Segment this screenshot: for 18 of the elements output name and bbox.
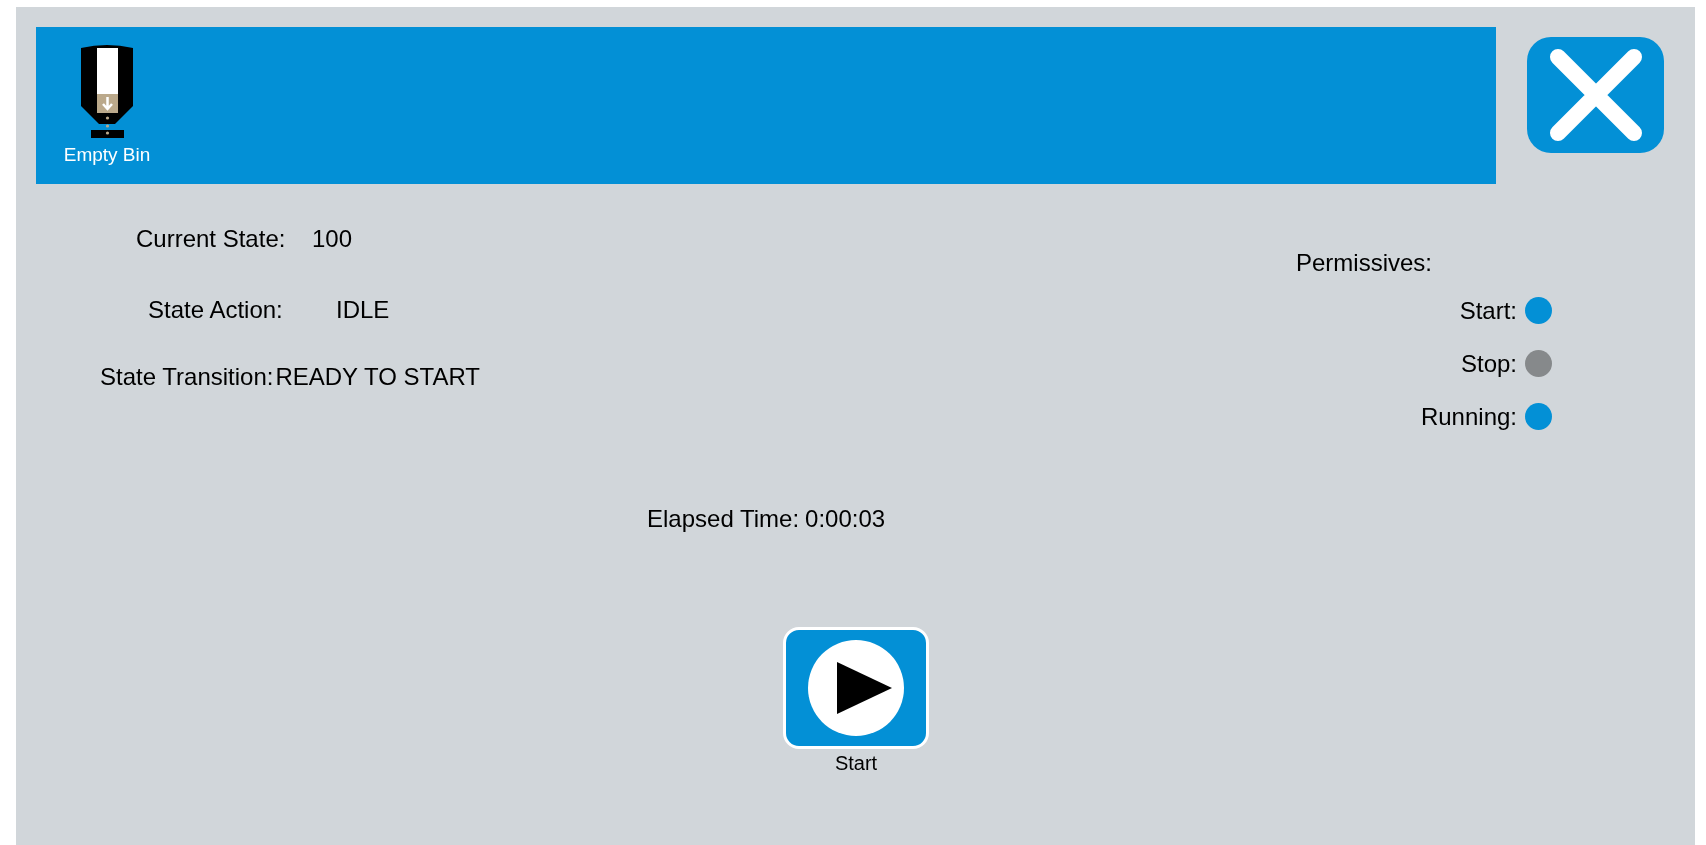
start-button[interactable]	[783, 627, 929, 749]
status-label: State Action:	[148, 298, 284, 322]
status-value: IDLE	[336, 298, 390, 322]
elapsed-label: Elapsed Time:	[647, 507, 800, 531]
play-icon	[807, 639, 905, 737]
permissives-title: Permissives:	[1296, 251, 1434, 275]
start-label: Start	[834, 753, 878, 773]
permissive-label: Start:	[1459, 298, 1517, 323]
status-label: Current State:	[136, 227, 287, 251]
empty-bin-button[interactable]: Empty Bin	[56, 44, 158, 164]
status-label: State Transition:	[100, 365, 274, 389]
permissive-label: Stop:	[1460, 351, 1517, 376]
permissive-label: Running:	[1420, 404, 1517, 429]
close-button[interactable]	[1527, 37, 1664, 153]
status-value: 100	[312, 227, 353, 251]
elapsed-value: 0:00:03	[805, 507, 886, 531]
close-icon	[1547, 47, 1644, 143]
status-value: READY TO START	[275, 365, 480, 389]
